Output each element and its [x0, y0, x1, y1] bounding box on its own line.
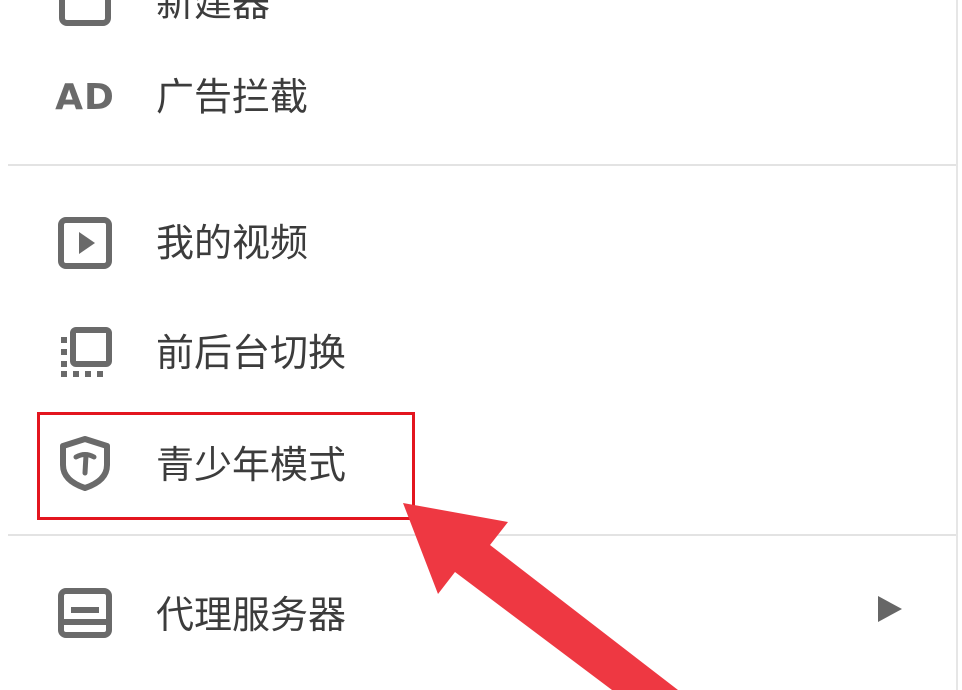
annotation-arrow-icon [403, 503, 678, 690]
